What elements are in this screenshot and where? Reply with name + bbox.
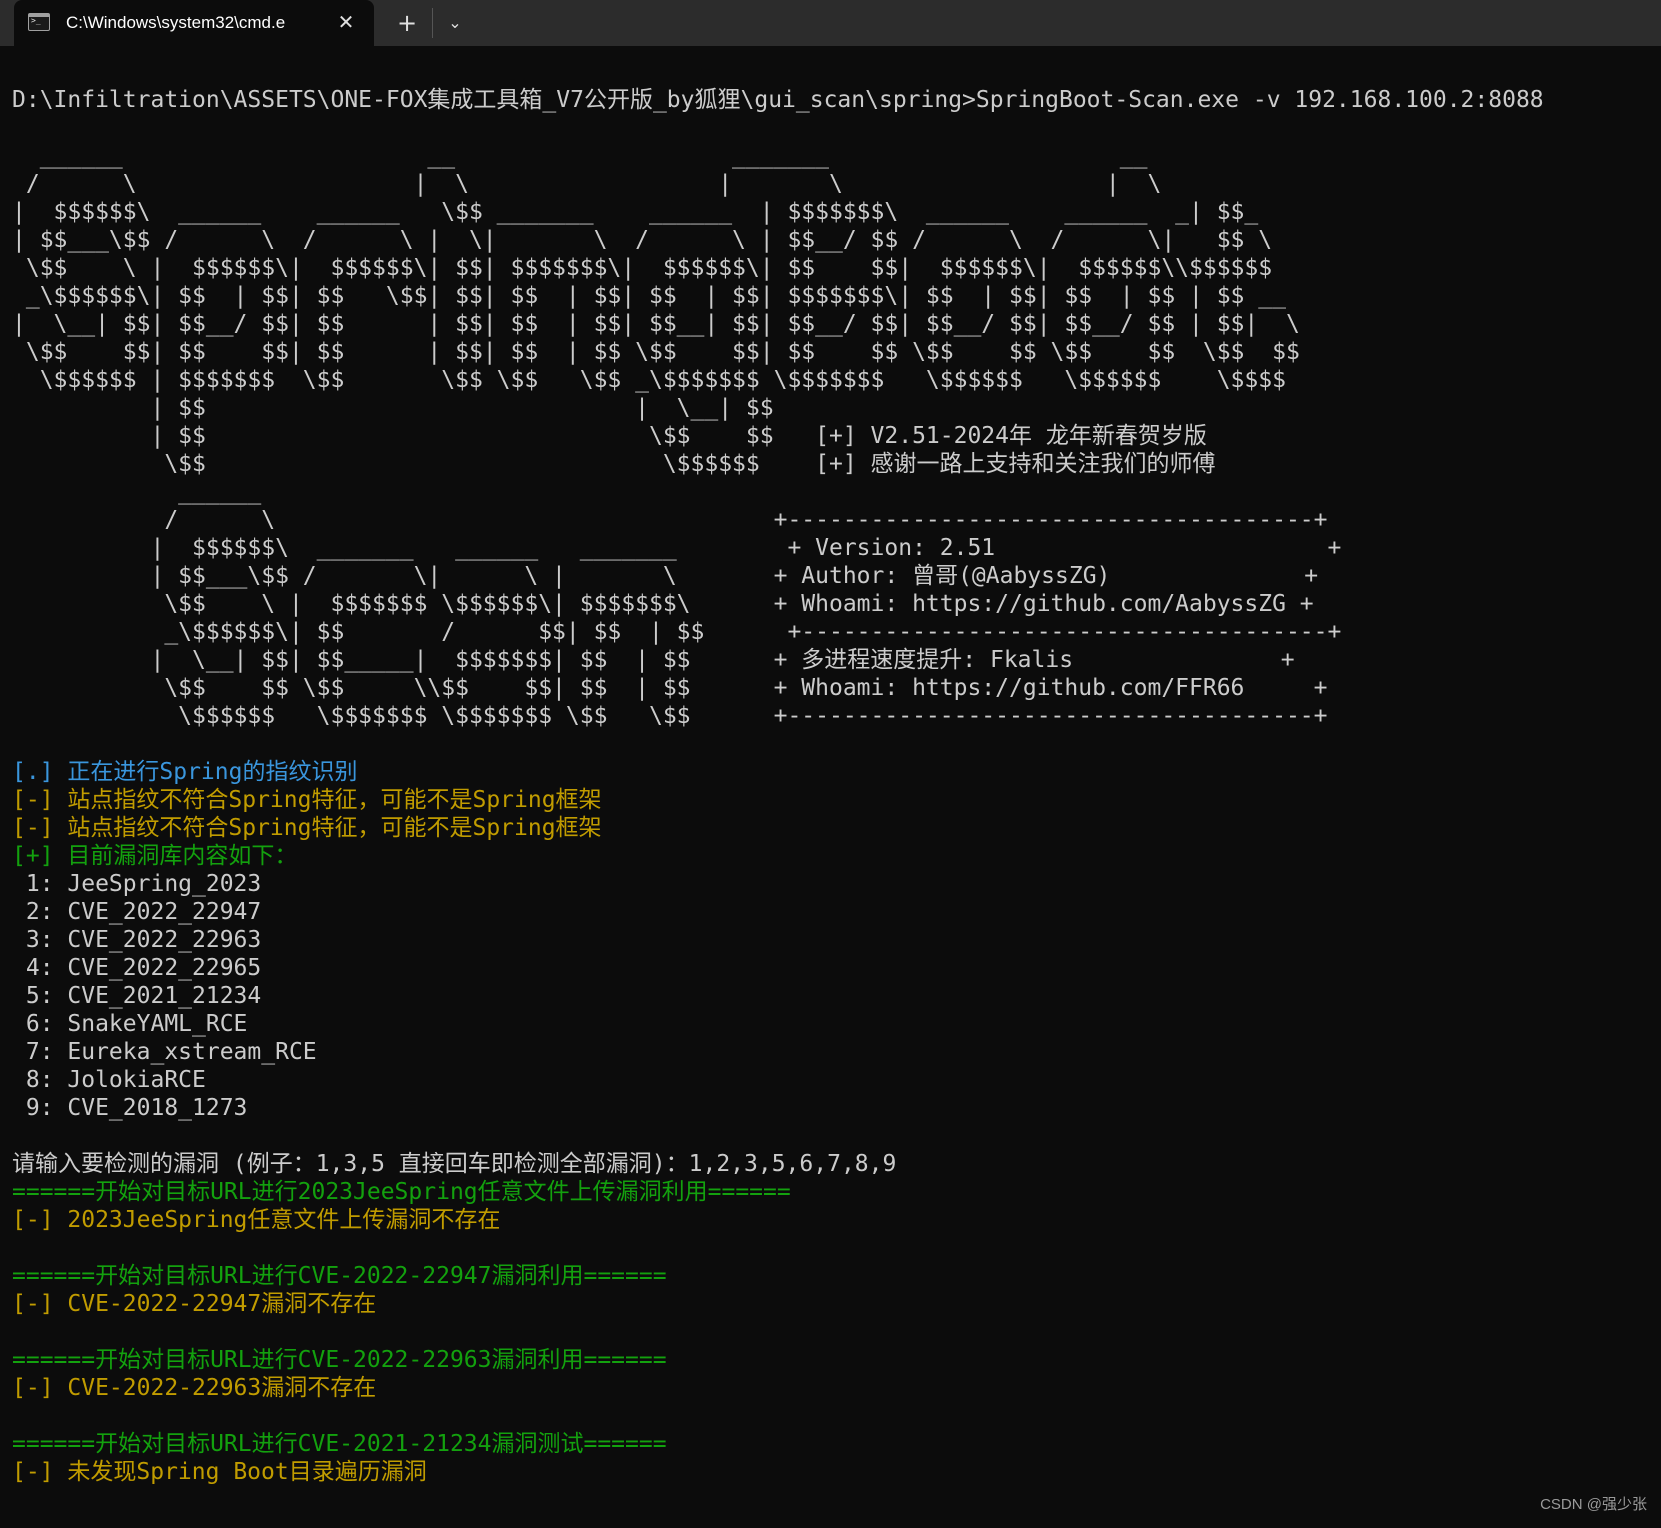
console-line: ======开始对目标URL进行CVE-2022-22947漏洞利用====== — [12, 1263, 667, 1289]
console-line: \$$ \ | $$$$$$\| $$$$$$\| $$| $$$$$$$\| … — [12, 255, 1273, 281]
console-output[interactable]: D:\Infiltration\ASSETS\ONE-FOX集成工具箱_V7公开… — [12, 86, 1652, 1486]
new-tab-button[interactable]: + — [392, 8, 422, 38]
console-line: ______ — [12, 479, 262, 505]
terminal-icon — [28, 13, 50, 31]
console-line: / \ +-----------------------------------… — [12, 507, 1328, 533]
console-line: \$$ \$$$$$$ [+] 感谢一路上支持和关注我们的师傅 — [12, 451, 1216, 477]
console-line: \$$$$$$ | $$$$$$$ \$$ \$$ \$$ \$$ _\$$$$… — [12, 367, 1286, 393]
console-line: ======开始对目标URL进行2023JeeSpring任意文件上传漏洞利用=… — [12, 1179, 791, 1205]
tab-cmd[interactable]: C:\Windows\system32\cmd.e ✕ — [14, 0, 374, 46]
console-line: _\$$$$$$\| $$ / $$| $$ | $$ +-----------… — [12, 619, 1342, 645]
title-bar: C:\Windows\system32\cmd.e ✕ + ⌄ — [0, 0, 1661, 46]
console-line: 8: JolokiaRCE — [12, 1067, 206, 1093]
console-line: [-] CVE-2022-22963漏洞不存在 — [12, 1375, 377, 1401]
console-line: 6: SnakeYAML_RCE — [12, 1011, 248, 1037]
console-line: 7: Eureka_xstream_RCE — [12, 1039, 317, 1065]
console-line: 1: JeeSpring_2023 — [12, 871, 262, 897]
console-line: _\$$$$$$\| $$ | $$| $$ \$$| $$| $$ | $$|… — [12, 283, 1286, 309]
console-line: 4: CVE_2022_22965 — [12, 955, 262, 981]
console-line: | \__| $$| $$__/ $$| $$ | $$| $$ | $$| $… — [12, 311, 1300, 337]
console-line: [-] 2023JeeSpring任意文件上传漏洞不存在 — [12, 1207, 501, 1233]
console-line: 请输入要检测的漏洞 (例子：1,3,5 直接回车即检测全部漏洞)：1,2,3,5… — [12, 1151, 897, 1177]
console-line: | $$ \$$ $$ [+] V2.51-2024年 龙年新春贺岁版 — [12, 423, 1207, 449]
console-line: \$$$$$$ \$$$$$$$ \$$$$$$$ \$$ \$$ +-----… — [12, 703, 1328, 729]
watermark: CSDN @强少张 — [1540, 1496, 1647, 1513]
console-line: [.] 正在进行Spring的指纹识别 — [12, 759, 358, 785]
console-line: | $$$$$$\ ______ ______ \$$ _______ ____… — [12, 199, 1259, 225]
close-icon[interactable]: ✕ — [332, 8, 360, 36]
console-line: ======开始对目标URL进行CVE-2022-22963漏洞利用====== — [12, 1347, 667, 1373]
console-line: | $$___\$$ / \| \ | \ + Author: 曾哥(@Aaby… — [12, 563, 1319, 589]
console-line: D:\Infiltration\ASSETS\ONE-FOX集成工具箱_V7公开… — [12, 87, 1544, 113]
console-line: | \__| $$| $$_____| $$$$$$$| $$ | $$ + 多… — [12, 647, 1295, 673]
console-line: [-] 站点指纹不符合Spring特征，可能不是Spring框架 — [12, 815, 602, 841]
console-line: [+] 目前漏洞库内容如下： — [12, 843, 298, 869]
console-line: | $$___\$$ / \ / \ | \| \ / \ | $$__/ $$… — [12, 227, 1273, 253]
console-line: [-] CVE-2022-22947漏洞不存在 — [12, 1291, 377, 1317]
tab-separator — [432, 8, 433, 38]
console-line: / \ | \ | \ | \ — [12, 171, 1162, 197]
chevron-down-icon[interactable]: ⌄ — [440, 8, 470, 38]
console-line: | $$ | \__| $$ — [12, 395, 774, 421]
console-line: 5: CVE_2021_21234 — [12, 983, 262, 1009]
console-line: 2: CVE_2022_22947 — [12, 899, 262, 925]
console-line: [-] 站点指纹不符合Spring特征，可能不是Spring框架 — [12, 787, 602, 813]
console-line: 3: CVE_2022_22963 — [12, 927, 262, 953]
console-line: \$$ \ | $$$$$$$ \$$$$$$\| $$$$$$$\ + Who… — [12, 591, 1314, 617]
console-line: ======开始对目标URL进行CVE-2021-21234漏洞测试====== — [12, 1431, 667, 1457]
console-line: 9: CVE_2018_1273 — [12, 1095, 248, 1121]
console-line: \$$ $$| $$ $$| $$ | $$| $$ | $$ \$$ $$| … — [12, 339, 1300, 365]
console-line: \$$ $$ \$$ \\$$ $$| $$ | $$ + Whoami: ht… — [12, 675, 1328, 701]
console-line: ______ __ _______ __ — [12, 143, 1148, 169]
tab-title: C:\Windows\system32\cmd.e — [66, 13, 286, 32]
console-line: [-] 未发现Spring Boot目录遍历漏洞 — [12, 1459, 427, 1485]
console-line: | $$$$$$\ _______ ______ _______ + Versi… — [12, 535, 1342, 561]
